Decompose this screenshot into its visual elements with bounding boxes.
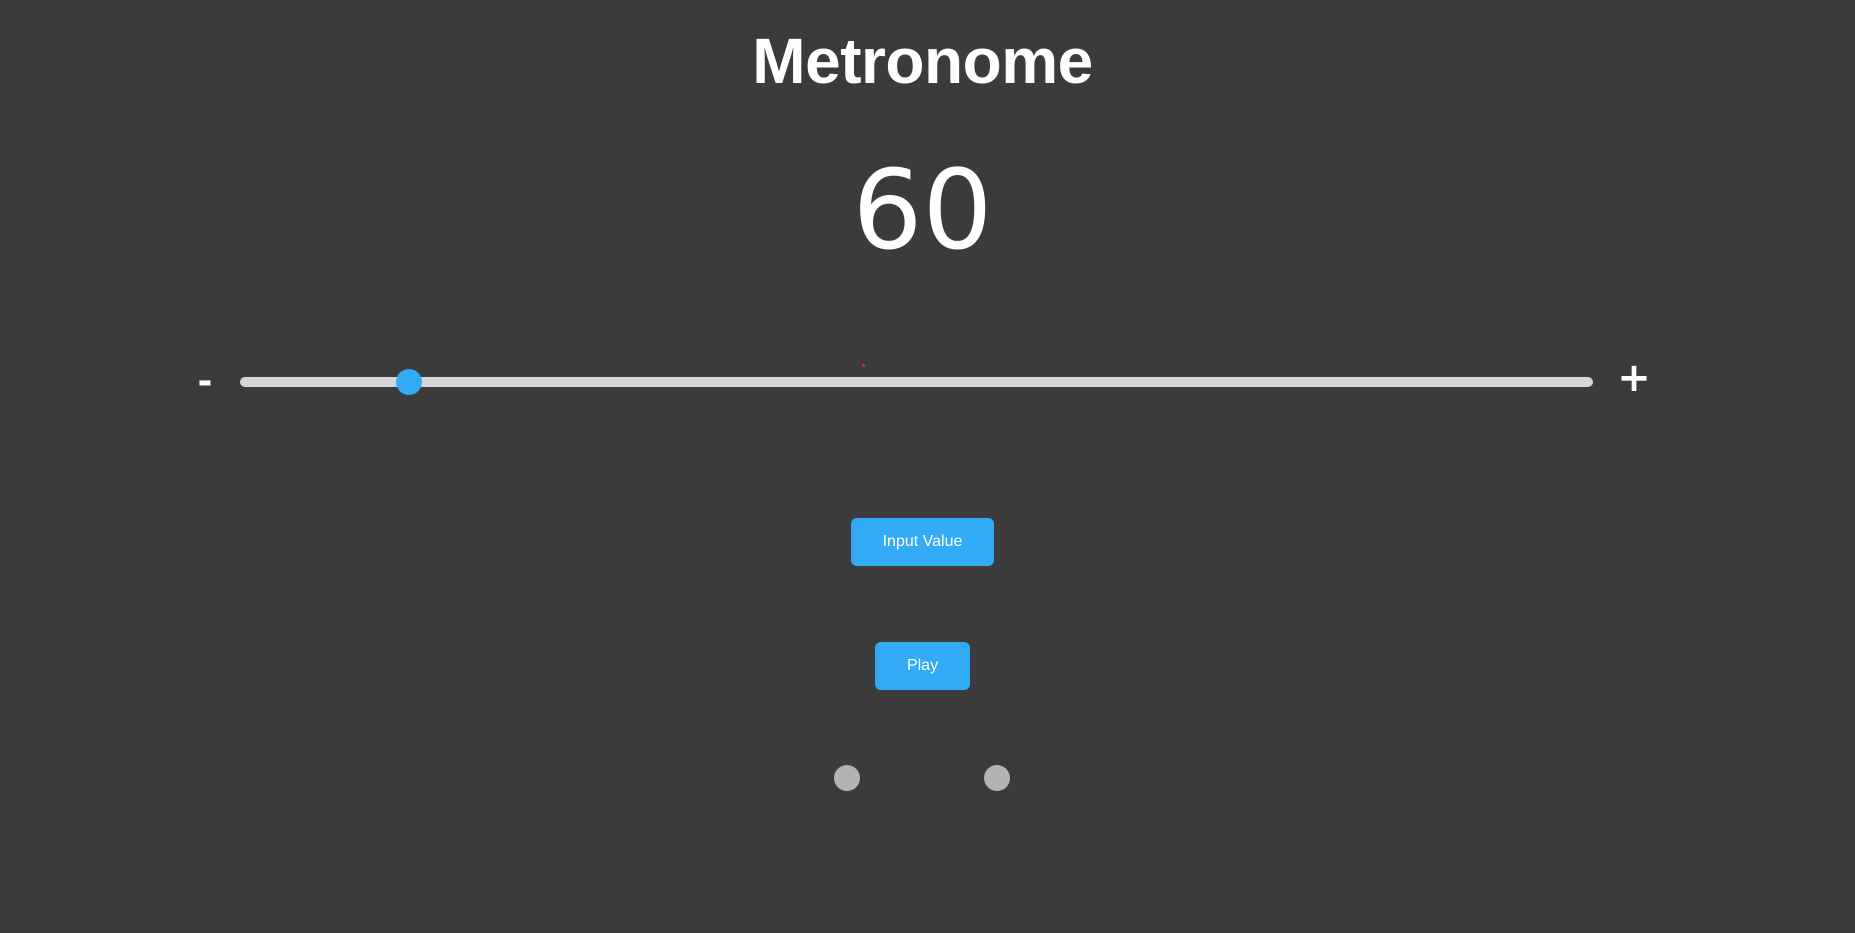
beat-indicator	[984, 765, 1010, 791]
bpm-display: 60	[852, 146, 993, 274]
play-button[interactable]: Play	[875, 642, 970, 690]
decrease-tempo-button[interactable]: -	[190, 358, 220, 406]
input-value-button[interactable]: Input Value	[851, 518, 994, 566]
slider-track[interactable]	[240, 377, 1593, 387]
slider-thumb[interactable]	[396, 369, 423, 395]
beat-indicator	[834, 765, 860, 791]
tempo-slider[interactable]	[240, 367, 1593, 397]
increase-tempo-button[interactable]: +	[1616, 353, 1652, 403]
page-title: Metronome	[752, 25, 1093, 97]
metronome-page: Metronome 60 - + Input Value Play	[0, 0, 1855, 933]
